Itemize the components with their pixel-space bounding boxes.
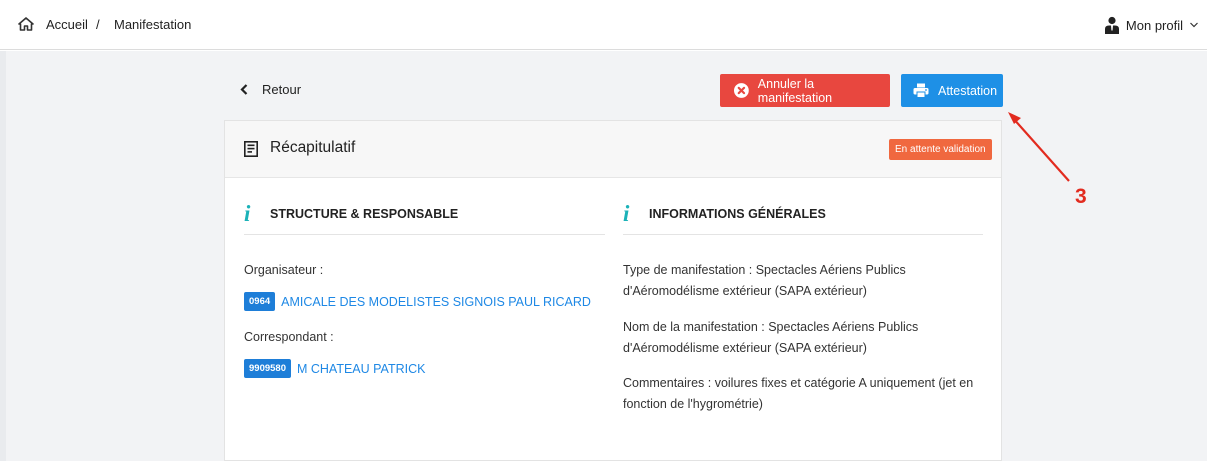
correspondent-id-badge: 9909580 xyxy=(244,359,291,378)
back-link[interactable]: Retour xyxy=(240,82,301,97)
profile-label: Mon profil xyxy=(1125,17,1183,33)
general-info-heading: i INFORMATIONS GÉNÉRALES xyxy=(623,201,826,226)
back-label: Retour xyxy=(262,82,302,97)
event-name-line-1: Nom de la manifestation : Spectacles Aér… xyxy=(623,320,919,334)
event-type-line-2: d'Aéromodélisme extérieur (SAPA extérieu… xyxy=(623,284,867,298)
user-icon xyxy=(1104,16,1119,34)
attestation-button[interactable]: Attestation xyxy=(901,74,1003,107)
general-info-divider xyxy=(623,234,983,235)
breadcrumb-current: Manifestation xyxy=(114,17,192,32)
event-type-line-1: Type de manifestation : Spectacles Aérie… xyxy=(623,263,906,277)
structure-heading: i STRUCTURE & RESPONSABLE xyxy=(244,201,459,226)
annotation-arrow xyxy=(1008,112,1070,182)
cancel-event-label: Annuler la manifestation xyxy=(757,76,833,105)
event-name-line-2: d'Aéromodélisme extérieur (SAPA extérieu… xyxy=(623,341,867,355)
close-circle-icon xyxy=(734,83,749,98)
organizer-link[interactable]: AMICALE DES MODELISTES SIGNOIS PAUL RICA… xyxy=(281,295,591,309)
comments-line-1: Commentaires : voilures fixes et catégor… xyxy=(623,376,974,390)
general-info-heading-label: INFORMATIONS GÉNÉRALES xyxy=(649,207,826,221)
correspondent-row: 9909580 M CHATEAU PATRICK xyxy=(244,359,425,378)
top-navbar: Accueil / Manifestation Mon profil xyxy=(0,0,1207,50)
info-icon: i xyxy=(244,201,251,226)
printer-icon xyxy=(913,83,929,98)
info-icon: i xyxy=(623,201,630,226)
profile-menu[interactable]: Mon profil xyxy=(1104,14,1199,36)
status-badge: En attente validation xyxy=(889,139,992,160)
breadcrumb-separator: / xyxy=(96,17,100,32)
summary-card: Récapitulatif En attente validation i ST… xyxy=(224,120,1002,461)
card-title: Récapitulatif xyxy=(270,139,356,156)
breadcrumb-home[interactable]: Accueil xyxy=(46,17,88,32)
organizer-id-badge: 0964 xyxy=(244,292,276,311)
card-header: Récapitulatif En attente validation xyxy=(225,121,1001,178)
structure-divider xyxy=(244,234,605,235)
home-icon[interactable] xyxy=(18,17,34,31)
document-icon xyxy=(244,141,258,157)
chevron-down-icon xyxy=(1190,22,1198,28)
comments-line-2: fonction de l'hygrométrie) xyxy=(623,397,763,411)
correspondent-link[interactable]: M CHATEAU PATRICK xyxy=(297,362,425,376)
structure-heading-label: STRUCTURE & RESPONSABLE xyxy=(270,207,459,221)
organizer-label: Organisateur : xyxy=(244,263,324,277)
chevron-left-icon xyxy=(240,84,248,95)
organizer-row: 0964 AMICALE DES MODELISTES SIGNOIS PAUL… xyxy=(244,292,591,311)
cancel-event-button[interactable]: Annuler la manifestation xyxy=(720,74,890,107)
attestation-label: Attestation xyxy=(938,83,998,98)
annotation-number: 3 xyxy=(1075,185,1087,208)
correspondent-label: Correspondant : xyxy=(244,330,334,344)
